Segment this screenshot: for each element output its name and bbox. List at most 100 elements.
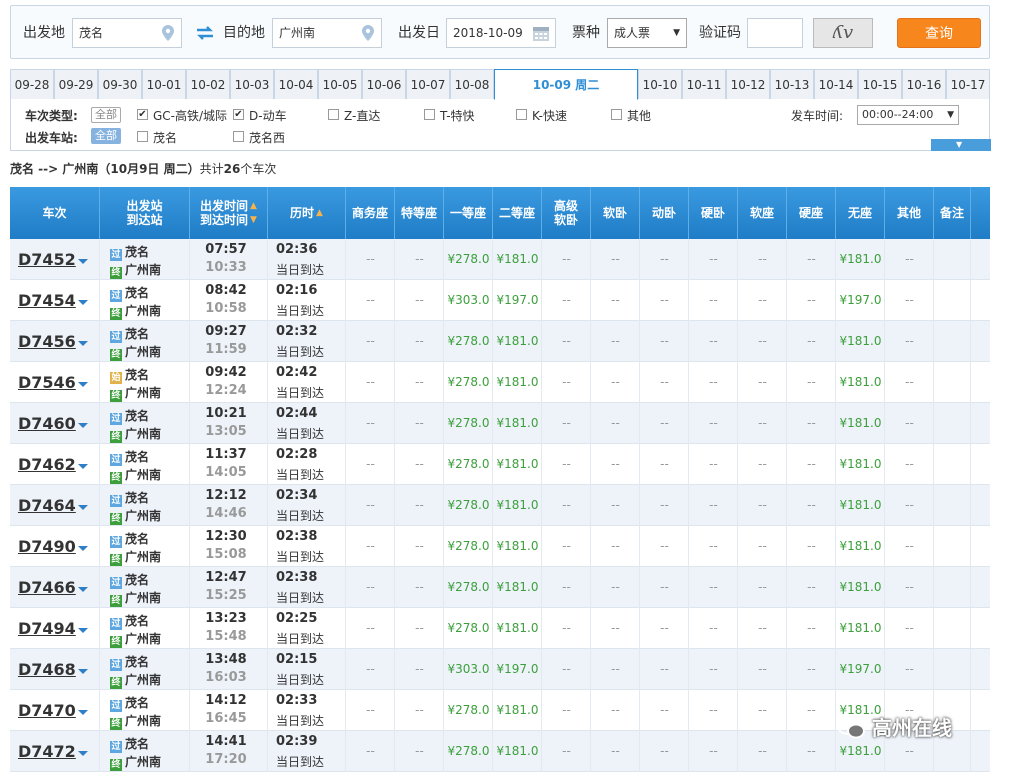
- date-input[interactable]: 2018-10-09: [446, 18, 556, 48]
- station-checkbox[interactable]: [233, 131, 244, 142]
- train-number-link[interactable]: D7460: [18, 414, 76, 433]
- date-tab[interactable]: 10-14: [814, 69, 858, 99]
- station-checkbox[interactable]: [137, 131, 148, 142]
- seat-cell-moving-sleeper: --: [640, 485, 689, 526]
- departure-time-select[interactable]: 00:00--24:00 ▼: [857, 105, 959, 125]
- date-tab-active[interactable]: 10-09 周二: [494, 69, 638, 100]
- expand-stops-icon[interactable]: [78, 464, 88, 469]
- station-option-label[interactable]: 茂名: [153, 129, 177, 146]
- calendar-icon[interactable]: [532, 24, 550, 42]
- date-tab[interactable]: 09-29: [54, 69, 98, 99]
- date-tab[interactable]: 10-03: [230, 69, 274, 99]
- train-number-link[interactable]: D7490: [18, 537, 76, 556]
- train-type-checkbox[interactable]: [328, 109, 339, 120]
- ticket-type-select[interactable]: 成人票 ▼: [607, 18, 687, 48]
- train-type-option-label[interactable]: D-动车: [249, 107, 287, 124]
- from-station: 过茂名: [110, 489, 149, 507]
- expand-stops-icon[interactable]: [78, 300, 88, 305]
- arrival-time: 16:45: [205, 711, 247, 726]
- column-header-label: 高级 软卧: [553, 199, 578, 227]
- date-tab[interactable]: 10-06: [362, 69, 406, 99]
- expand-stops-icon[interactable]: [78, 751, 88, 756]
- expand-stops-icon[interactable]: [78, 341, 88, 346]
- date-tab[interactable]: 10-04: [274, 69, 318, 99]
- expand-stops-icon[interactable]: [78, 710, 88, 715]
- captcha-input[interactable]: [747, 18, 803, 48]
- date-tab[interactable]: 10-12: [726, 69, 770, 99]
- seat-cell-hard-seat: --: [787, 444, 836, 485]
- date-tab[interactable]: 09-30: [98, 69, 142, 99]
- seat-cell-business: --: [346, 444, 395, 485]
- date-tab[interactable]: 10-07: [406, 69, 450, 99]
- wechat-icon: [837, 717, 865, 739]
- train-number-link[interactable]: D7546: [18, 373, 76, 392]
- train-number-link[interactable]: D7462: [18, 455, 76, 474]
- train-type-option-label[interactable]: GC-高铁/城际: [153, 107, 227, 124]
- collapse-filter-button[interactable]: ▼: [931, 139, 991, 151]
- train-type-option-label[interactable]: 其他: [627, 107, 651, 124]
- expand-stops-icon[interactable]: [78, 259, 88, 264]
- train-type-checkbox[interactable]: ✔: [233, 109, 244, 120]
- from-station: 过茂名: [110, 407, 149, 425]
- column-header-duration[interactable]: 历时 ▲: [268, 187, 346, 239]
- seat-cell-second: ¥197.0: [493, 280, 542, 321]
- train-number-link[interactable]: D7466: [18, 578, 76, 597]
- expand-stops-icon[interactable]: [78, 505, 88, 510]
- sort-arrow-icon[interactable]: ▲: [316, 206, 323, 220]
- train-number-link[interactable]: D7454: [18, 291, 76, 310]
- departure-time: 12:12: [205, 488, 247, 503]
- swap-stations-icon[interactable]: [195, 24, 215, 42]
- date-tab[interactable]: 10-13: [770, 69, 814, 99]
- watermark-text: 高州在线: [872, 716, 952, 740]
- departure-time: 12:30: [205, 529, 247, 544]
- unavailable-value: --: [807, 744, 816, 758]
- date-tab[interactable]: 10-16: [902, 69, 946, 99]
- query-button[interactable]: 查询: [897, 18, 981, 48]
- train-type-checkbox[interactable]: ✔: [137, 109, 148, 120]
- sort-arrow-icon[interactable]: ▲ ▼: [250, 199, 257, 227]
- train-number-link[interactable]: D7456: [18, 332, 76, 351]
- from-station: 过茂名: [110, 653, 149, 671]
- train-number-link[interactable]: D7470: [18, 701, 76, 720]
- unavailable-value: --: [709, 252, 718, 266]
- station-option-label[interactable]: 茂名西: [249, 129, 285, 146]
- seat-cell-other: --: [885, 649, 934, 690]
- train-type-option-label[interactable]: K-快速: [532, 107, 567, 124]
- train-number-link[interactable]: D7468: [18, 660, 76, 679]
- date-tab[interactable]: 10-17: [946, 69, 990, 99]
- expand-stops-icon[interactable]: [78, 382, 88, 387]
- train-number-link[interactable]: D7452: [18, 250, 76, 269]
- date-tab[interactable]: 10-02: [186, 69, 230, 99]
- expand-stops-icon[interactable]: [78, 423, 88, 428]
- station-all-button[interactable]: 全部: [91, 128, 121, 144]
- train-type-label: 车次类型:: [25, 109, 78, 123]
- to-station-input[interactable]: 广州南: [272, 18, 382, 48]
- location-pin-icon[interactable]: [161, 24, 175, 42]
- train-number-link[interactable]: D7464: [18, 496, 76, 515]
- expand-stops-icon[interactable]: [78, 546, 88, 551]
- expand-stops-icon[interactable]: [78, 628, 88, 633]
- train-number-link[interactable]: D7472: [18, 742, 76, 761]
- train-type-all-button[interactable]: 全部: [91, 107, 121, 123]
- expand-stops-icon[interactable]: [78, 587, 88, 592]
- train-type-checkbox[interactable]: [516, 109, 527, 120]
- seat-cell-moving-sleeper: --: [640, 690, 689, 731]
- train-type-option-label[interactable]: Z-直达: [344, 107, 380, 124]
- date-tab[interactable]: 10-10: [638, 69, 682, 99]
- train-type-option-label[interactable]: T-特快: [440, 107, 475, 124]
- expand-stops-icon[interactable]: [78, 669, 88, 674]
- location-pin-icon[interactable]: [361, 24, 375, 42]
- column-header-time[interactable]: 出发时间 到达时间 ▲ ▼: [190, 187, 268, 239]
- date-tab[interactable]: 10-11: [682, 69, 726, 99]
- date-tab[interactable]: 09-28: [10, 69, 54, 99]
- from-station-input[interactable]: 茂名: [72, 18, 182, 48]
- train-number-link[interactable]: D7494: [18, 619, 76, 638]
- date-tab[interactable]: 10-01: [142, 69, 186, 99]
- date-tab[interactable]: 10-08: [450, 69, 494, 99]
- captcha-image[interactable]: ʎv: [813, 18, 873, 48]
- date-tab[interactable]: 10-05: [318, 69, 362, 99]
- train-type-checkbox[interactable]: [424, 109, 435, 120]
- date-tab[interactable]: 10-15: [858, 69, 902, 99]
- departure-time: 09:42: [205, 365, 247, 380]
- train-type-checkbox[interactable]: [611, 109, 622, 120]
